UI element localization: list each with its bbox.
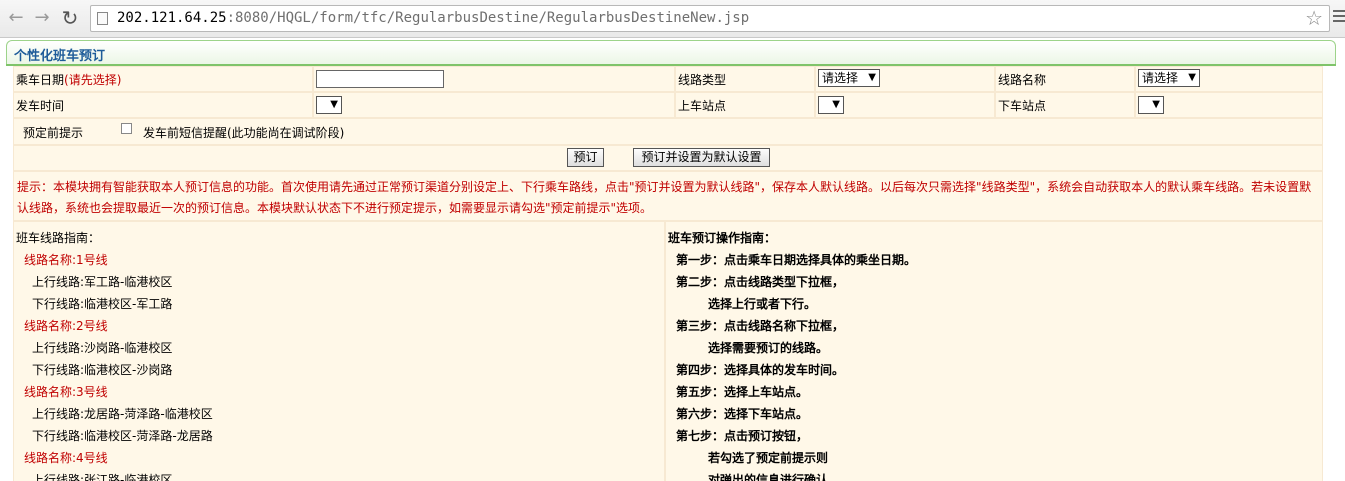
date-label-cell: 乘车日期(请先选择) bbox=[14, 67, 312, 91]
address-bar[interactable]: 202.121.64.25:8080/HQGL/form/tfc/Regular… bbox=[90, 5, 1330, 32]
routes-guide-heading: 班车线路指南： bbox=[16, 231, 101, 245]
route-name-label: 线路名称 bbox=[998, 73, 1047, 87]
options-row: 预定前提示 发车前短信提醒(此功能尚在调试阶段) bbox=[14, 119, 1322, 144]
date-input[interactable] bbox=[316, 70, 444, 88]
alight-stop-cell: ▼ bbox=[1136, 93, 1322, 117]
ops-step: 第一步：点击乘车日期选择具体的乘坐日期。 bbox=[676, 253, 917, 267]
back-arrow-icon[interactable]: ← bbox=[4, 6, 28, 30]
browser-menu-icon[interactable] bbox=[1333, 10, 1345, 24]
reload-icon[interactable]: ↻ bbox=[58, 6, 82, 30]
date-label: 乘车日期(请先选择) bbox=[16, 71, 121, 88]
page-title: 个性化班车预订 bbox=[14, 49, 106, 64]
board-stop-cell: ▼ bbox=[816, 93, 994, 117]
ops-step: 选择需要预订的线路。 bbox=[708, 341, 829, 355]
ops-step: 第五步：选择上车站点。 bbox=[676, 385, 809, 399]
ops-step: 第四步：选择具体的发车时间。 bbox=[676, 363, 845, 377]
depart-time-cell: ▼ bbox=[314, 93, 674, 117]
depart-time-label-cell: 发车时间 bbox=[14, 93, 312, 117]
depart-time-label: 发车时间 bbox=[16, 99, 65, 113]
ops-step: 第六步：选择下车站点。 bbox=[676, 407, 809, 421]
panel-header: 个性化班车预订 bbox=[6, 40, 1336, 66]
route-3-name: 线路名称:3号线 bbox=[24, 385, 108, 399]
buttons-row: 预订 预订并设置为默认设置 bbox=[14, 146, 1322, 170]
ops-guide-heading: 班车预订操作指南： bbox=[668, 231, 777, 245]
url-text: 202.121.64.25:8080/HQGL/form/tfc/Regular… bbox=[117, 9, 749, 28]
ops-step: 选择上行或者下行。 bbox=[708, 297, 817, 311]
bookmark-star-icon[interactable]: ☆ bbox=[1305, 7, 1323, 29]
route-4-name: 线路名称:4号线 bbox=[24, 451, 108, 465]
forward-arrow-icon[interactable]: → bbox=[30, 6, 54, 30]
route-3-down: 下行线路:临港校区-菏泽路-龙居路 bbox=[32, 429, 213, 443]
route-type-label: 线路类型 bbox=[678, 73, 727, 87]
alight-stop-label: 下车站点 bbox=[998, 99, 1047, 113]
date-input-cell bbox=[314, 67, 674, 91]
route-name-cell: 请选择 ▼ bbox=[1136, 67, 1322, 91]
route-name-select[interactable]: 请选择 ▼ bbox=[1138, 69, 1200, 87]
pre-tip-label: 预定前提示 bbox=[23, 126, 84, 140]
alight-stop-select[interactable]: ▼ bbox=[1138, 96, 1164, 114]
url-path: :8080/HQGL/form/tfc/RegularbusDestine/Re… bbox=[226, 10, 750, 26]
dropdown-arrow-icon: ▼ bbox=[1152, 99, 1160, 110]
booking-form: 乘车日期(请先选择) 线路类型 请选择 ▼ 线路名称 请选择 ▼ 发车时间 ▼ 上车… bbox=[13, 66, 1323, 481]
route-type-value: 请选择 bbox=[822, 71, 859, 85]
ops-guide-cell: 班车预订操作指南： 第一步：点击乘车日期选择具体的乘坐日期。 第二步：点击线路类… bbox=[666, 222, 1322, 481]
ops-step: 第三步：点击线路名称下拉框， bbox=[676, 319, 845, 333]
route-1-name: 线路名称:1号线 bbox=[24, 253, 108, 267]
route-4-up: 上行线路:张江路-临港校区 bbox=[32, 473, 173, 481]
board-stop-select[interactable]: ▼ bbox=[818, 96, 844, 114]
book-default-button[interactable]: 预订并设置为默认设置 bbox=[633, 148, 770, 167]
alight-stop-label-cell: 下车站点 bbox=[996, 93, 1134, 117]
route-type-cell: 请选择 ▼ bbox=[816, 67, 994, 91]
route-name-label-cell: 线路名称 bbox=[996, 67, 1134, 91]
route-3-up: 上行线路:龙居路-菏泽路-临港校区 bbox=[32, 407, 213, 421]
page-content: 个性化班车预订 乘车日期(请先选择) 线路类型 请选择 ▼ 线路名称 请选择 ▼ 发… bbox=[6, 38, 1336, 481]
route-1-up: 上行线路:军工路-临港校区 bbox=[32, 275, 173, 289]
dropdown-arrow-icon: ▼ bbox=[1188, 72, 1196, 83]
route-2-down: 下行线路:临港校区-沙岗路 bbox=[32, 363, 173, 377]
route-2-up: 上行线路:沙岗路-临港校区 bbox=[32, 341, 173, 355]
date-hint: (请先选择) bbox=[64, 73, 122, 87]
ops-step: 若勾选了预定前提示则 bbox=[708, 451, 829, 465]
board-stop-label-cell: 上车站点 bbox=[676, 93, 814, 117]
sms-checkbox[interactable] bbox=[121, 123, 132, 134]
page-icon bbox=[97, 12, 108, 25]
board-stop-label: 上车站点 bbox=[678, 99, 727, 113]
tip-text: 提示：本模块拥有智能获取本人预订信息的功能。首次使用请先通过正常预订渠道分别设定… bbox=[17, 180, 1312, 215]
dropdown-arrow-icon: ▼ bbox=[832, 99, 840, 110]
dropdown-arrow-icon: ▼ bbox=[330, 99, 338, 110]
url-host: 202.121.64.25 bbox=[117, 10, 227, 26]
route-name-value: 请选择 bbox=[1142, 71, 1179, 85]
route-type-label-cell: 线路类型 bbox=[676, 67, 814, 91]
route-2-name: 线路名称:2号线 bbox=[24, 319, 108, 333]
ops-step: 第七步：点击预订按钮， bbox=[676, 429, 809, 443]
ops-step: 对弹出的信息进行确认。 bbox=[708, 473, 841, 481]
routes-guide-cell: 班车线路指南： 线路名称:1号线 上行线路:军工路-临港校区 下行线路:临港校区… bbox=[14, 222, 664, 481]
ops-step: 第二步：点击线路类型下拉框， bbox=[676, 275, 845, 289]
date-label-text: 乘车日期 bbox=[16, 73, 65, 87]
book-button[interactable]: 预订 bbox=[567, 148, 604, 167]
route-1-down: 下行线路:临港校区-军工路 bbox=[32, 297, 173, 311]
route-type-select[interactable]: 请选择 ▼ bbox=[818, 69, 880, 87]
browser-toolbar: ← → ↻ 202.121.64.25:8080/HQGL/form/tfc/R… bbox=[0, 0, 1345, 38]
depart-time-select[interactable]: ▼ bbox=[316, 96, 342, 114]
tip-row: 提示：本模块拥有智能获取本人预订信息的功能。首次使用请先通过正常预订渠道分别设定… bbox=[14, 172, 1322, 220]
sms-label: 发车前短信提醒(此功能尚在调试阶段) bbox=[143, 126, 345, 140]
dropdown-arrow-icon: ▼ bbox=[868, 72, 876, 83]
